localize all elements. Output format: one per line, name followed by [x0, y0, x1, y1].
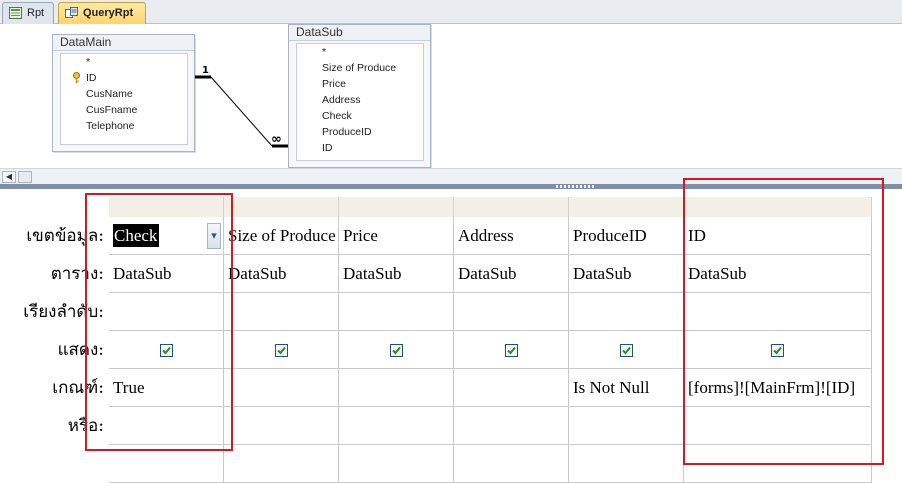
criteria-cell[interactable] [454, 369, 569, 407]
table-cell[interactable]: DataSub [224, 255, 339, 293]
show-checkbox-cell[interactable] [109, 331, 224, 369]
criteria-cell[interactable] [224, 369, 339, 407]
empty-row-cell[interactable] [569, 445, 684, 483]
empty-row-cell[interactable] [454, 445, 569, 483]
column-selector-4[interactable] [569, 197, 684, 217]
table-value: DataSub [573, 264, 632, 283]
sort-cell[interactable] [684, 293, 872, 331]
table-cell[interactable]: DataSub [569, 255, 684, 293]
row-label-column: เขตข้อมูล: ตาราง: เรียงลำดับ: แสดง: เกณฑ… [0, 189, 109, 480]
criteria-value: True [113, 378, 145, 397]
empty-row-cell[interactable] [339, 445, 454, 483]
table-value: DataSub [343, 264, 402, 283]
splitter-grip-icon[interactable] [556, 185, 594, 188]
column-selector-0[interactable] [109, 197, 224, 217]
criteria-cell[interactable]: True [109, 369, 224, 407]
column-selector-5[interactable] [684, 197, 872, 217]
field-value: Size of Produce [228, 226, 336, 245]
show-checkbox[interactable] [275, 344, 288, 357]
show-checkbox-cell[interactable] [569, 331, 684, 369]
many-side-label: ∞ [271, 132, 282, 147]
criteria-value: Is Not Null [573, 378, 650, 397]
or-cell[interactable] [109, 407, 224, 445]
or-cell[interactable] [684, 407, 872, 445]
column-selector-1[interactable] [224, 197, 339, 217]
show-checkbox-cell[interactable] [339, 331, 454, 369]
table-cell[interactable]: DataSub [109, 255, 224, 293]
criteria-cell[interactable]: Is Not Null [569, 369, 684, 407]
tab-rpt-label: Rpt [27, 7, 45, 19]
field-cell[interactable]: ID [684, 217, 872, 255]
scroll-left-icon[interactable]: ◀ [2, 171, 16, 183]
sort-cell[interactable] [109, 293, 224, 331]
show-checkbox[interactable] [771, 344, 784, 357]
field-cell[interactable]: Address [454, 217, 569, 255]
field-cell[interactable]: Price [339, 217, 454, 255]
table-value: DataSub [458, 264, 517, 283]
report-icon [9, 7, 22, 19]
empty-row-cell[interactable] [109, 445, 224, 483]
tab-queryrpt-label: QueryRpt [83, 7, 134, 19]
field-value: ProduceID [573, 226, 647, 245]
column-selector-3[interactable] [454, 197, 569, 217]
diagram-scrollbar[interactable]: ◀ [0, 168, 902, 185]
show-checkbox[interactable] [505, 344, 518, 357]
or-cell[interactable] [454, 407, 569, 445]
table-cell[interactable]: DataSub [454, 255, 569, 293]
field-cell[interactable]: ProduceID [569, 217, 684, 255]
field-cell[interactable]: Size of Produce [224, 217, 339, 255]
tab-queryrpt[interactable]: QueryRpt [58, 2, 146, 24]
row-label-table: ตาราง: [50, 264, 104, 284]
show-checkbox-cell[interactable] [224, 331, 339, 369]
criteria-cell[interactable]: [forms]![MainFrm]![ID] [684, 369, 872, 407]
row-label-show: แสดง: [57, 340, 104, 360]
field-value: Address [458, 226, 514, 245]
criteria-cell[interactable] [339, 369, 454, 407]
show-checkbox[interactable] [160, 344, 173, 357]
row-label-criteria: เกณฑ์: [52, 378, 104, 398]
or-cell[interactable] [569, 407, 684, 445]
table-cell[interactable]: DataSub [684, 255, 872, 293]
checkmark-icon [162, 346, 171, 355]
sort-cell[interactable] [339, 293, 454, 331]
query-diagram-pane[interactable]: DataMain * ID CusName CusFname Telephone… [0, 24, 902, 168]
sort-cell[interactable] [569, 293, 684, 331]
or-cell[interactable] [224, 407, 339, 445]
field-value: Price [343, 226, 378, 245]
table-value: DataSub [688, 264, 747, 283]
one-side-label: 1 [202, 65, 209, 76]
table-value: DataSub [113, 264, 172, 283]
show-checkbox[interactable] [390, 344, 403, 357]
table-cell[interactable]: DataSub [339, 255, 454, 293]
checkmark-icon [773, 346, 782, 355]
empty-row-cell[interactable] [224, 445, 339, 483]
query-icon [65, 7, 78, 18]
field-value: Check [113, 224, 160, 247]
show-checkbox-cell[interactable] [454, 331, 569, 369]
table-value: DataSub [228, 264, 287, 283]
row-label-field: เขตข้อมูล: [26, 226, 104, 246]
scroll-thumb[interactable] [18, 171, 32, 183]
show-checkbox[interactable] [620, 344, 633, 357]
document-tab-bar: Rpt QueryRpt [0, 0, 902, 24]
relationship-join-line[interactable]: 1 ∞ [0, 24, 902, 168]
query-design-grid: เขตข้อมูล: ตาราง: เรียงลำดับ: แสดง: เกณฑ… [0, 189, 902, 483]
show-checkbox-cell[interactable] [684, 331, 872, 369]
chevron-down-icon[interactable]: ▾ [207, 223, 221, 249]
criteria-value: [forms]![MainFrm]![ID] [688, 378, 856, 397]
checkmark-icon [622, 346, 631, 355]
sort-cell[interactable] [224, 293, 339, 331]
field-value: ID [688, 226, 706, 245]
row-label-sort: เรียงลำดับ: [23, 302, 104, 322]
checkmark-icon [507, 346, 516, 355]
row-label-or: หรือ: [67, 416, 104, 436]
checkmark-icon [392, 346, 401, 355]
empty-row-cell[interactable] [684, 445, 872, 483]
checkmark-icon [277, 346, 286, 355]
field-cell-selected[interactable]: Check ▾ [109, 217, 224, 255]
column-selector-2[interactable] [339, 197, 454, 217]
tab-rpt[interactable]: Rpt [2, 2, 54, 24]
sort-cell[interactable] [454, 293, 569, 331]
or-cell[interactable] [339, 407, 454, 445]
